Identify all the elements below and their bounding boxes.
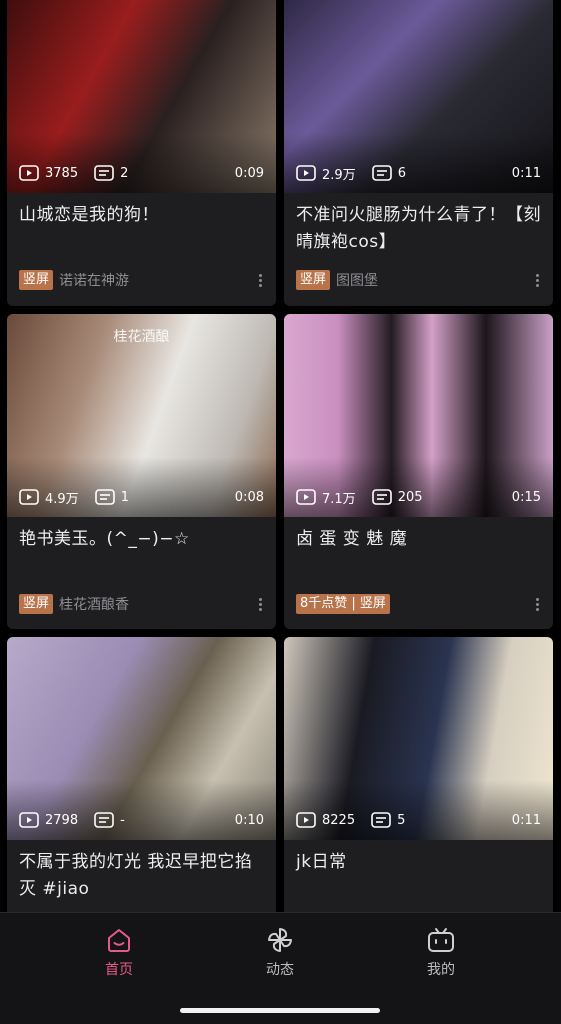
play-count-icon — [19, 812, 39, 828]
comment-count: 1 — [120, 489, 129, 505]
comment-count-icon — [94, 812, 114, 828]
video-thumbnail[interactable]: 7.1万 205 0:15 — [284, 314, 553, 517]
tab-home[interactable]: 首页 — [69, 925, 169, 979]
more-options-icon[interactable] — [529, 272, 545, 288]
comment-count-icon — [371, 812, 391, 828]
video-thumbnail[interactable]: 3785 2 0:09 — [7, 0, 276, 193]
video-title[interactable]: 不属于我的灯光 我迟早把它掐灭 #jiao — [7, 840, 276, 904]
more-options-icon[interactable] — [252, 272, 268, 288]
video-thumbnail[interactable]: 桂花酒酿 4.9万 1 0:08 — [7, 314, 276, 517]
video-duration: 0:10 — [234, 812, 264, 828]
video-stats: 4.9万 1 0:08 — [19, 487, 264, 507]
comment-count: 2 — [120, 165, 129, 181]
video-duration: 0:15 — [511, 489, 541, 505]
tab-mine[interactable]: 我的 — [391, 925, 491, 979]
play-count-icon — [296, 812, 316, 828]
author-name[interactable]: 图图堡 — [336, 270, 378, 290]
video-duration: 0:11 — [511, 165, 541, 181]
author-name[interactable]: 桂花酒酿香 — [59, 594, 129, 614]
play-count-icon — [296, 165, 316, 181]
tab-home-label: 首页 — [105, 962, 133, 978]
video-duration: 0:09 — [234, 165, 264, 181]
video-stats: 2.9万 6 0:11 — [296, 163, 541, 183]
comment-count: - — [120, 812, 125, 828]
play-count: 2798 — [45, 812, 79, 828]
video-thumbnail[interactable]: 8225 5 0:11 — [284, 637, 553, 840]
comment-count-icon — [94, 489, 115, 505]
play-count-icon — [19, 165, 39, 181]
video-duration: 0:08 — [234, 489, 264, 505]
video-card[interactable]: 3785 2 0:09 山城恋是我的狗！ 竖屏 诺诺在神游 — [7, 0, 276, 306]
comment-count: 6 — [397, 165, 406, 181]
more-options-icon[interactable] — [252, 596, 268, 612]
pinwheel-icon — [268, 928, 292, 952]
author-name[interactable]: 诺诺在神游 — [59, 270, 129, 290]
status-badge: 竖屏 — [19, 594, 54, 614]
play-count: 7.1万 — [322, 491, 356, 507]
video-duration: 0:11 — [511, 812, 541, 828]
video-card[interactable]: 8225 5 0:11 jk日常 — [284, 637, 553, 912]
video-stats: 7.1万 205 0:15 — [296, 487, 541, 507]
video-watermark: 桂花酒酿 — [113, 329, 170, 345]
tab-mine-label: 我的 — [427, 962, 455, 978]
play-count: 4.9万 — [45, 491, 79, 507]
video-card[interactable]: 2.9万 6 0:11 不准问火腿肠为什么青了！【刻晴旗袍cos】 竖屏 图图堡 — [284, 0, 553, 306]
video-feed: 3785 2 0:09 山城恋是我的狗！ 竖屏 诺诺在神游 2.9万 6 0:1… — [0, 0, 561, 912]
play-count: 2.9万 — [322, 167, 356, 183]
play-count-icon — [19, 489, 39, 505]
video-card[interactable]: 桂花酒酿 4.9万 1 0:08 艳书美玉。(^_−)−☆ 竖屏 桂花酒酿香 — [7, 314, 276, 629]
more-options-icon[interactable] — [529, 596, 545, 612]
video-stats: 2798 - 0:10 — [19, 810, 264, 830]
video-card[interactable]: 7.1万 205 0:15 卤 蛋 变 魅 魔 8千点赞 | 竖屏 — [284, 314, 553, 629]
home-indicator[interactable] — [180, 1008, 380, 1013]
status-badge: 竖屏 — [19, 270, 54, 290]
tab-dynamic-label: 动态 — [266, 962, 294, 978]
video-stats: 8225 5 0:11 — [296, 810, 541, 830]
play-count: 3785 — [45, 165, 79, 181]
video-title[interactable]: 山城恋是我的狗！ — [7, 193, 276, 257]
status-badge: 8千点赞 | 竖屏 — [296, 594, 390, 614]
comment-count-icon — [371, 165, 392, 181]
video-title[interactable]: 卤 蛋 变 魅 魔 — [284, 517, 553, 581]
status-badge: 竖屏 — [296, 270, 331, 290]
video-title[interactable]: 不准问火腿肠为什么青了！【刻晴旗袍cos】 — [284, 193, 553, 257]
comment-count: 5 — [397, 812, 406, 828]
comment-count-icon — [371, 489, 392, 505]
video-card[interactable]: 2798 - 0:10 不属于我的灯光 我迟早把它掐灭 #jiao — [7, 637, 276, 912]
play-count-icon — [296, 489, 316, 505]
comment-count: 205 — [397, 489, 423, 505]
home-icon — [108, 929, 130, 952]
video-thumbnail[interactable]: 2798 - 0:10 — [7, 637, 276, 840]
video-stats: 3785 2 0:09 — [19, 163, 264, 183]
comment-count-icon — [94, 165, 114, 181]
video-title[interactable]: 艳书美玉。(^_−)−☆ — [7, 517, 276, 581]
video-thumbnail[interactable]: 2.9万 6 0:11 — [284, 0, 553, 193]
tab-dynamic[interactable]: 动态 — [230, 925, 330, 979]
tv-icon — [428, 928, 454, 952]
play-count: 8225 — [322, 812, 356, 828]
video-title[interactable]: jk日常 — [284, 840, 553, 904]
